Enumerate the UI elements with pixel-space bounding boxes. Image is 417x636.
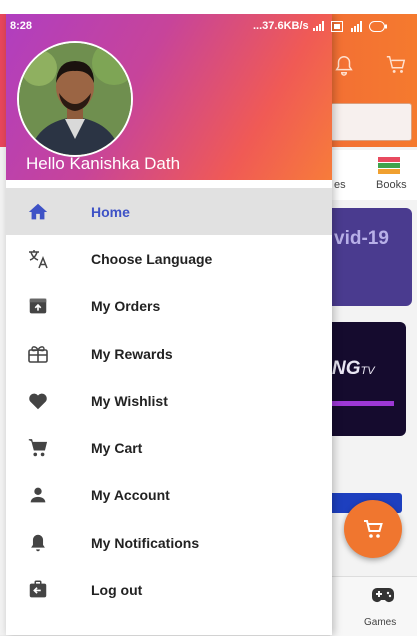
translate-icon	[26, 247, 50, 271]
drawer-item-my-wishlist[interactable]: My Wishlist	[6, 377, 332, 424]
logout-icon	[26, 578, 50, 602]
gamepad-icon[interactable]	[371, 586, 395, 604]
drawer-item-home[interactable]: Home	[6, 188, 332, 236]
account-icon	[26, 483, 50, 507]
tv-banner-text: NGTV	[332, 358, 375, 379]
cart-icon	[26, 436, 50, 460]
drawer-item-label: Log out	[91, 582, 143, 599]
status-time: 8:28	[10, 20, 33, 32]
category-label-books[interactable]: Books	[376, 179, 407, 191]
covid-banner[interactable]	[330, 208, 412, 306]
drawer-item-my-account[interactable]: My Account	[6, 472, 332, 519]
drawer-item-label: My Wishlist	[91, 392, 168, 409]
signal-4g-icon	[350, 20, 362, 32]
drawer-item-label: My Orders	[91, 298, 161, 315]
heart-icon	[26, 389, 50, 413]
drawer-item-choose-language[interactable]: Choose Language	[6, 235, 332, 282]
cart-fab-button[interactable]	[344, 500, 402, 558]
books-icon[interactable]	[377, 156, 401, 176]
bell-icon	[26, 531, 50, 555]
drawer-item-label: My Rewards	[91, 345, 173, 362]
network-speed: ...37.6KB/s	[253, 20, 309, 32]
drawer-item-label: Home	[91, 203, 130, 220]
cart-icon[interactable]	[384, 54, 408, 76]
user-greeting: Hello Kanishka Dath	[26, 154, 181, 173]
bottom-nav-label-games[interactable]: Games	[364, 617, 396, 628]
drawer-item-my-rewards[interactable]: My Rewards	[6, 330, 332, 377]
orders-icon	[26, 294, 50, 318]
rewards-icon	[26, 342, 50, 366]
category-strip	[330, 150, 417, 200]
drawer-item-log-out[interactable]: Log out	[6, 566, 332, 613]
drawer-item-my-cart[interactable]: My Cart	[6, 424, 332, 471]
sim-icon	[330, 20, 343, 32]
home-icon	[26, 200, 50, 224]
search-bar[interactable]	[330, 103, 412, 141]
category-label[interactable]: es	[334, 179, 346, 191]
status-bar-top-edge	[0, 0, 417, 14]
signal-icon	[312, 21, 324, 31]
drawer-item-my-notifications[interactable]: My Notifications	[6, 519, 332, 566]
bell-icon[interactable]	[333, 54, 355, 76]
drawer-header: Hello Kanishka Dath	[6, 14, 332, 180]
navigation-drawer: Hello Kanishka Dath Home Choose Language…	[6, 14, 332, 635]
profile-photo	[19, 43, 131, 155]
drawer-item-label: Choose Language	[91, 250, 213, 267]
cart-icon	[364, 520, 383, 538]
battery-icon	[368, 20, 387, 32]
tv-banner-stripe	[330, 401, 394, 406]
status-bar: 8:28 ...37.6KB/s	[0, 14, 417, 38]
drawer-item-label: My Cart	[91, 440, 143, 457]
drawer-menu: Home Choose Language My Orders My Reward…	[6, 188, 332, 614]
avatar[interactable]	[17, 41, 133, 157]
drawer-item-label: My Account	[91, 487, 170, 504]
drawer-item-my-orders[interactable]: My Orders	[6, 283, 332, 330]
status-indicators: ...37.6KB/s	[253, 20, 387, 32]
covid-banner-text: vid-19	[334, 228, 389, 249]
drawer-item-label: My Notifications	[91, 534, 200, 551]
